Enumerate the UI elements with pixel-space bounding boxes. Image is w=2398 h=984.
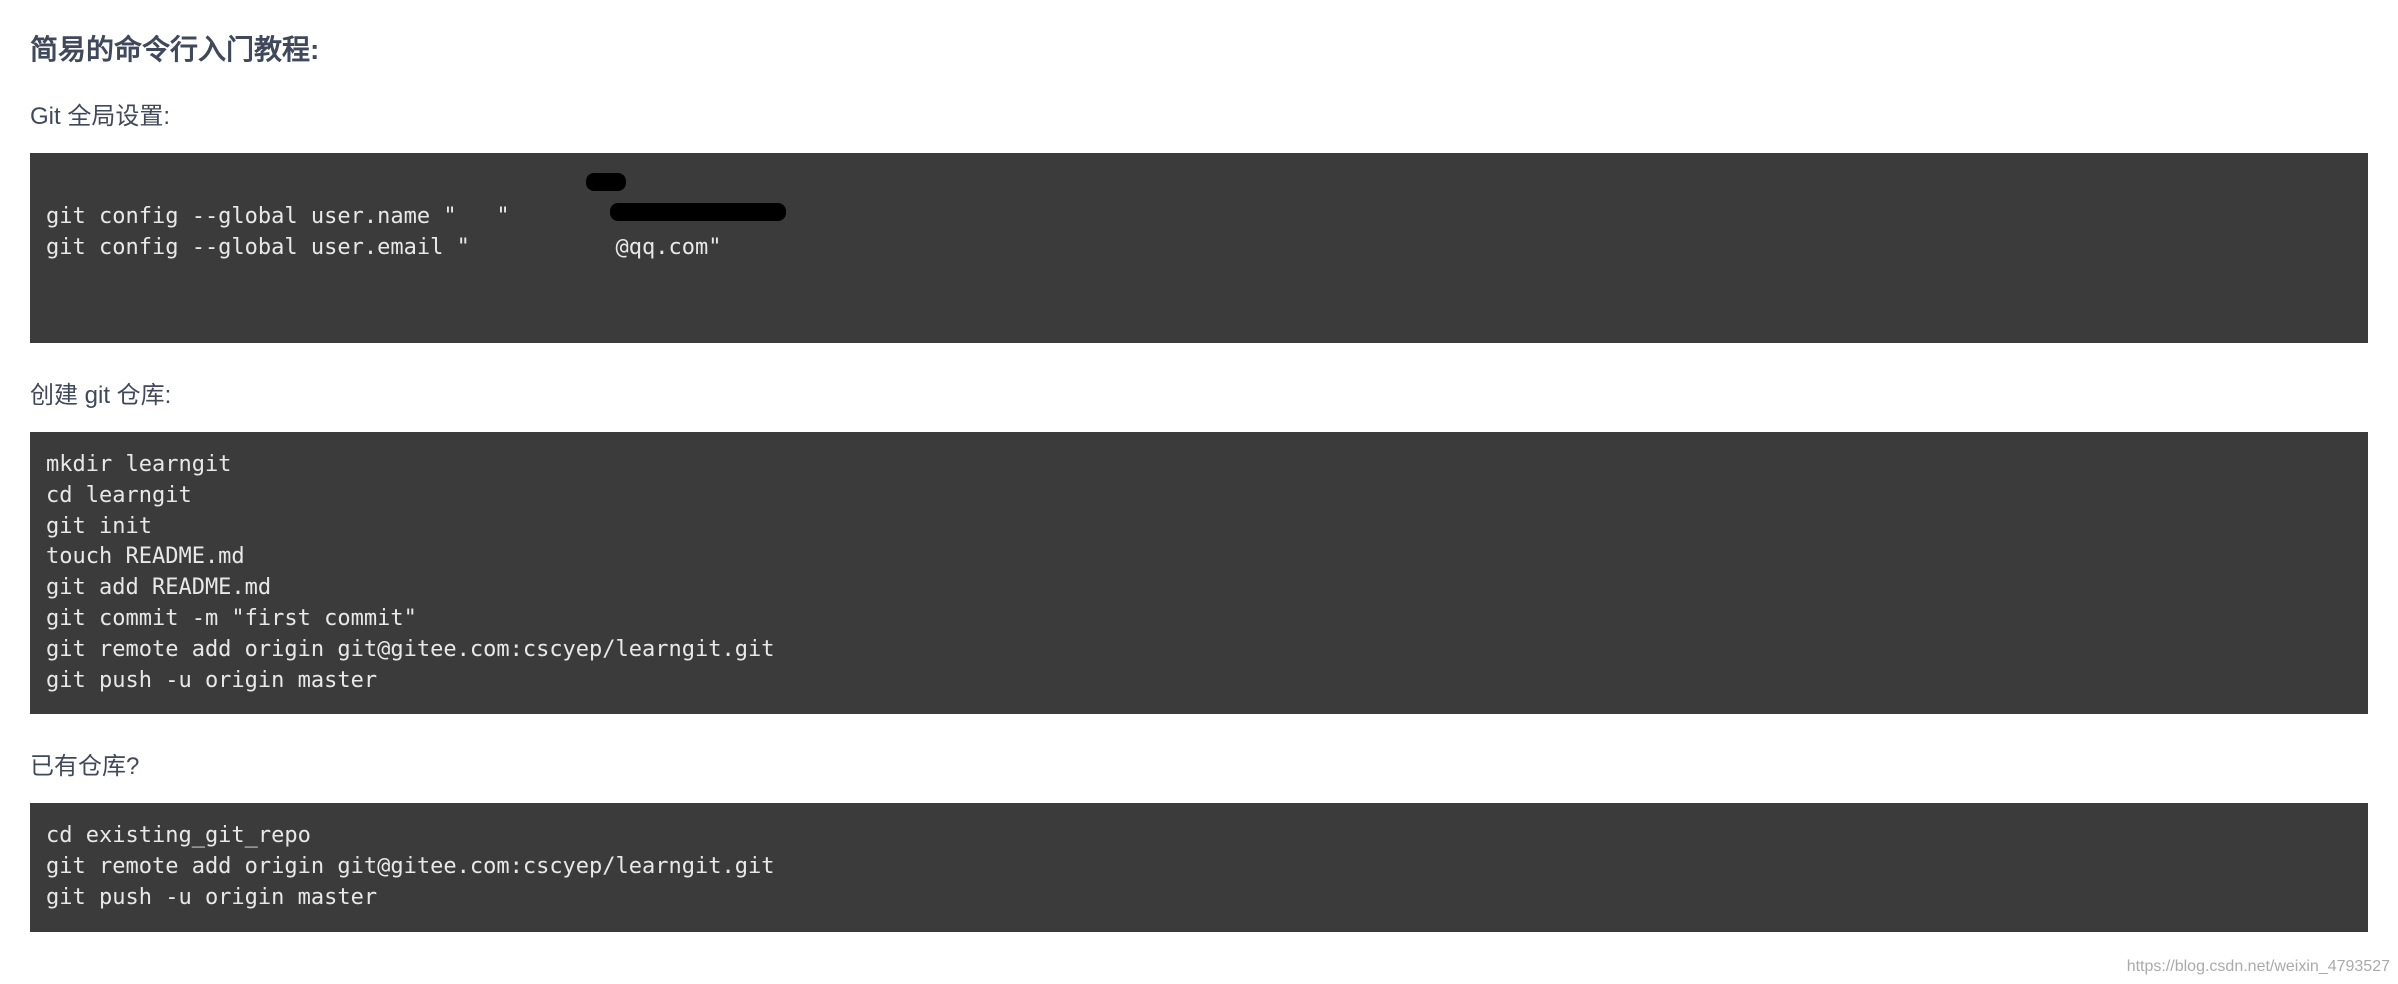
redaction-email xyxy=(610,203,786,221)
section-label-git-config: Git 全局设置: xyxy=(30,96,2368,131)
section-label-existing-repo: 已有仓库? xyxy=(30,746,2368,781)
page-title: 简易的命令行入门教程: xyxy=(30,28,2368,68)
code-block-git-config: git config --global user.name " " git co… xyxy=(30,153,2368,343)
section-label-create-repo: 创建 git 仓库: xyxy=(30,375,2368,410)
code-block-existing-repo: cd existing_git_repo git remote add orig… xyxy=(30,803,2368,931)
watermark: https://blog.csdn.net/weixin_4793527 xyxy=(2127,958,2390,976)
code-block-create-repo: mkdir learngit cd learngit git init touc… xyxy=(30,432,2368,714)
redaction-username xyxy=(586,173,626,191)
